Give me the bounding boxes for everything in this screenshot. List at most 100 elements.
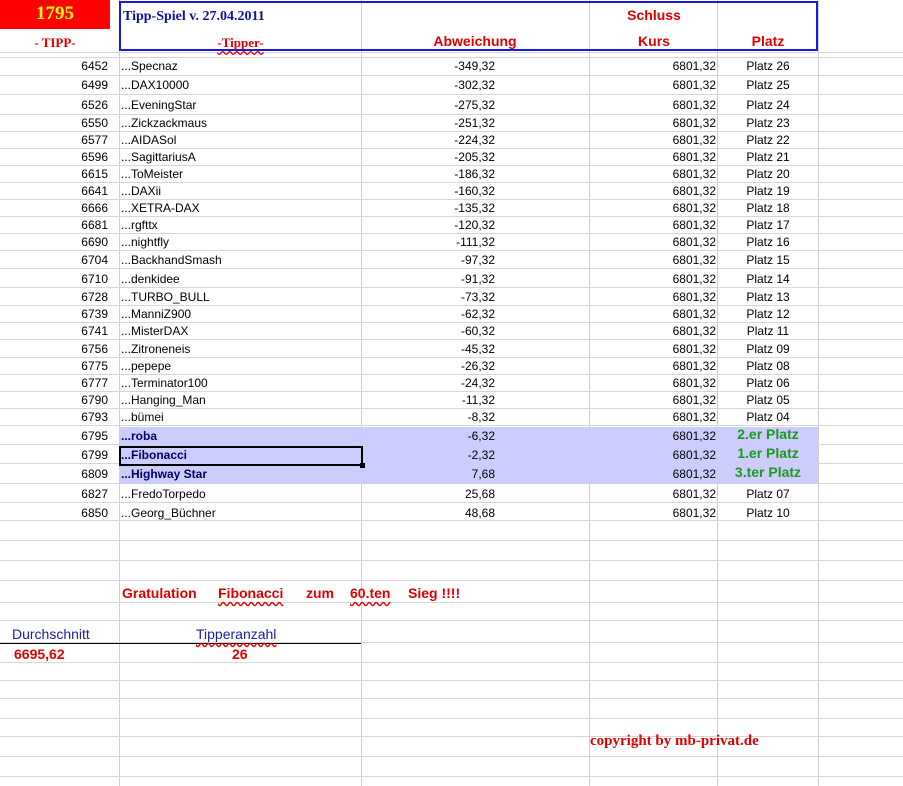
kurs-value[interactable]: 6801,32 (590, 200, 716, 217)
tipp-value[interactable]: 6596 (0, 149, 108, 166)
kurs-value[interactable]: 6801,32 (590, 428, 716, 445)
fill-handle[interactable] (360, 463, 365, 468)
tipp-value[interactable]: 6790 (0, 392, 108, 409)
platz-value[interactable]: Platz 09 (718, 341, 818, 358)
platz-value[interactable]: Platz 22 (718, 132, 818, 149)
abweichung-value[interactable]: 25,68 (362, 486, 495, 503)
tipp-value[interactable]: 6550 (0, 115, 108, 132)
kurs-value[interactable]: 6801,32 (590, 132, 716, 149)
tipper-name[interactable]: ...XETRA-DAX (121, 200, 200, 217)
tipper-name[interactable]: ...TURBO_BULL (121, 289, 210, 306)
kurs-value[interactable]: 6801,32 (590, 58, 716, 75)
tipp-value[interactable]: 6775 (0, 358, 108, 375)
kurs-value[interactable]: 6801,32 (590, 149, 716, 166)
abweichung-value[interactable]: -111,32 (362, 234, 495, 251)
tipper-name[interactable]: ...Zickzackmaus (121, 115, 207, 132)
kurs-value[interactable]: 6801,32 (590, 466, 716, 483)
abweichung-value[interactable]: -251,32 (362, 115, 495, 132)
abweichung-value[interactable]: -24,32 (362, 375, 495, 392)
abweichung-value[interactable]: -275,32 (362, 97, 495, 114)
tipper-name[interactable]: ...SagittariusA (121, 149, 196, 166)
tipper-name[interactable]: ...roba (121, 428, 157, 445)
tipper-name[interactable]: ...bümei (121, 409, 164, 426)
kurs-value[interactable]: 6801,32 (590, 392, 716, 409)
abweichung-value[interactable]: 7,68 (362, 466, 495, 483)
kurs-value[interactable]: 6801,32 (590, 375, 716, 392)
platz-value[interactable]: Platz 24 (718, 97, 818, 114)
platz-value[interactable]: 3.ter Platz (718, 464, 818, 481)
kurs-value[interactable]: 6801,32 (590, 341, 716, 358)
tipper-name[interactable]: ...BackhandSmash (121, 252, 222, 269)
kurs-value[interactable]: 6801,32 (590, 505, 716, 522)
kurs-value[interactable]: 6801,32 (590, 115, 716, 132)
platz-value[interactable]: Platz 10 (718, 505, 818, 522)
tipp-value[interactable]: 6710 (0, 271, 108, 288)
tipper-name[interactable]: ...DAXii (121, 183, 161, 200)
platz-value[interactable]: Platz 15 (718, 252, 818, 269)
tipp-value[interactable]: 6641 (0, 183, 108, 200)
abweichung-value[interactable]: -6,32 (362, 428, 495, 445)
tipp-value[interactable]: 6526 (0, 97, 108, 114)
platz-value[interactable]: Platz 12 (718, 306, 818, 323)
abweichung-value[interactable]: -160,32 (362, 183, 495, 200)
abweichung-value[interactable]: -205,32 (362, 149, 495, 166)
platz-value[interactable]: Platz 25 (718, 77, 818, 94)
platz-value[interactable]: 2.er Platz (718, 426, 818, 443)
abweichung-value[interactable]: -2,32 (362, 447, 495, 464)
tipp-value[interactable]: 6793 (0, 409, 108, 426)
kurs-value[interactable]: 6801,32 (590, 234, 716, 251)
tipper-name[interactable]: ...DAX10000 (121, 77, 189, 94)
tipp-value[interactable]: 6690 (0, 234, 108, 251)
kurs-value[interactable]: 6801,32 (590, 486, 716, 503)
tipper-name[interactable]: ...FredoTorpedo (121, 486, 206, 503)
selected-cell-frame[interactable] (119, 446, 363, 466)
tipper-name[interactable]: ...rgfttx (121, 217, 158, 234)
abweichung-value[interactable]: -120,32 (362, 217, 495, 234)
tipper-name[interactable]: ...MisterDAX (121, 323, 188, 340)
abweichung-value[interactable]: -26,32 (362, 358, 495, 375)
tipper-name[interactable]: ...AIDASol (121, 132, 176, 149)
kurs-value[interactable]: 6801,32 (590, 183, 716, 200)
kurs-value[interactable]: 6801,32 (590, 447, 716, 464)
abweichung-value[interactable]: -135,32 (362, 200, 495, 217)
platz-value[interactable]: Platz 06 (718, 375, 818, 392)
abweichung-value[interactable]: -60,32 (362, 323, 495, 340)
tipp-value[interactable]: 6850 (0, 505, 108, 522)
platz-value[interactable]: Platz 19 (718, 183, 818, 200)
tipp-value[interactable]: 6809 (0, 466, 108, 483)
platz-value[interactable]: Platz 21 (718, 149, 818, 166)
tipper-name[interactable]: ...ToMeister (121, 166, 183, 183)
abweichung-value[interactable]: -62,32 (362, 306, 495, 323)
platz-value[interactable]: Platz 23 (718, 115, 818, 132)
tipper-name[interactable]: ...Hanging_Man (121, 392, 206, 409)
abweichung-value[interactable]: -349,32 (362, 58, 495, 75)
kurs-value[interactable]: 6801,32 (590, 323, 716, 340)
tipper-name[interactable]: ...denkidee (121, 271, 180, 288)
platz-value[interactable]: 1.er Platz (718, 445, 818, 462)
kurs-value[interactable]: 6801,32 (590, 271, 716, 288)
abweichung-value[interactable]: -8,32 (362, 409, 495, 426)
tipp-value[interactable]: 6741 (0, 323, 108, 340)
tipper-name[interactable]: ...Specnaz (121, 58, 178, 75)
tipp-value[interactable]: 6728 (0, 289, 108, 306)
tipper-name[interactable]: ...pepepe (121, 358, 171, 375)
kurs-value[interactable]: 6801,32 (590, 252, 716, 269)
abweichung-value[interactable]: -302,32 (362, 77, 495, 94)
platz-value[interactable]: Platz 14 (718, 271, 818, 288)
tipp-value[interactable]: 6615 (0, 166, 108, 183)
abweichung-value[interactable]: -186,32 (362, 166, 495, 183)
tipper-name[interactable]: ...Terminator100 (121, 375, 208, 392)
tipp-value[interactable]: 6577 (0, 132, 108, 149)
abweichung-value[interactable]: -97,32 (362, 252, 495, 269)
kurs-value[interactable]: 6801,32 (590, 77, 716, 94)
platz-value[interactable]: Platz 05 (718, 392, 818, 409)
abweichung-value[interactable]: -224,32 (362, 132, 495, 149)
abweichung-value[interactable]: -11,32 (362, 392, 495, 409)
tipp-value[interactable]: 6681 (0, 217, 108, 234)
tipp-value[interactable]: 6499 (0, 77, 108, 94)
kurs-value[interactable]: 6801,32 (590, 358, 716, 375)
tipp-value[interactable]: 6739 (0, 306, 108, 323)
tipp-value[interactable]: 6756 (0, 341, 108, 358)
tipp-value[interactable]: 6704 (0, 252, 108, 269)
kurs-value[interactable]: 6801,32 (590, 217, 716, 234)
